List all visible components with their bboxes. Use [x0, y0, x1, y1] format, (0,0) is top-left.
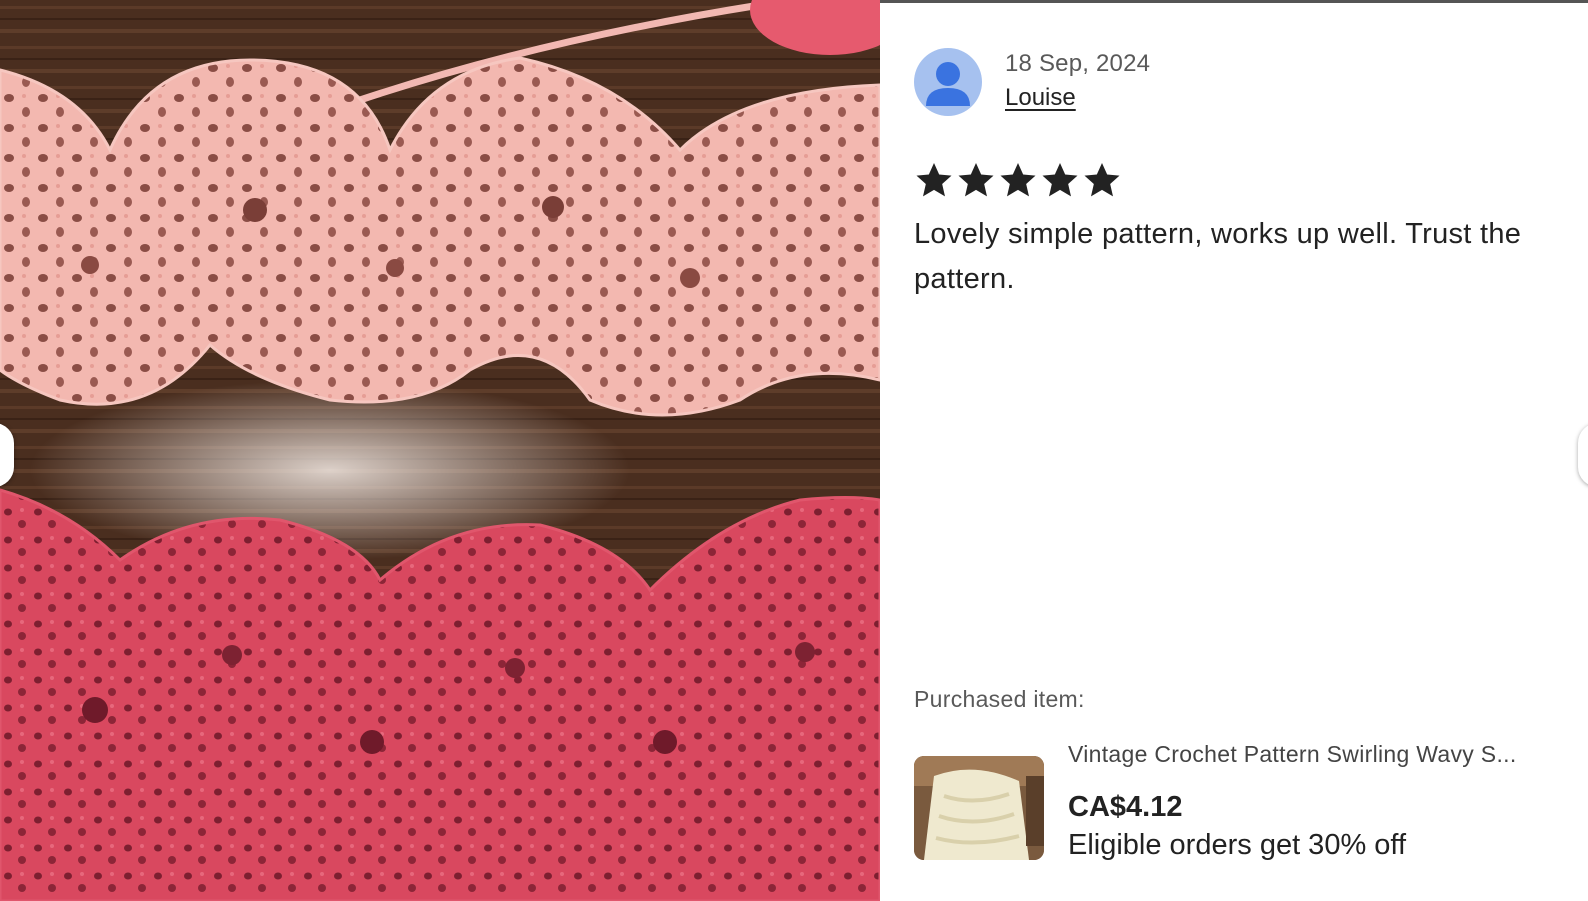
review-date: 18 Sep, 2024	[1005, 50, 1151, 77]
review-text: Lovely simple pattern, works up well. Tr…	[914, 218, 1522, 295]
purchased-item-price: CA$4.12	[1068, 791, 1183, 823]
product-thumbnail[interactable]	[914, 756, 1044, 860]
purchased-item-promo: Eligible orders get 30% off	[1068, 829, 1407, 861]
purchased-item-title-link[interactable]: Vintage Crochet Pattern Swirling Wavy S.…	[1068, 741, 1578, 768]
purchased-item-label: Purchased item:	[914, 686, 1085, 712]
star-icon	[916, 163, 952, 197]
star-icon	[958, 163, 994, 197]
crochet-photo-icon	[0, 0, 880, 901]
reviewer-name-link[interactable]: Louise	[1005, 84, 1076, 112]
star-icon	[1000, 163, 1036, 197]
user-avatar-icon	[914, 48, 982, 116]
review-panel: 18 Sep, 2024 Louise Lovely simple patter…	[880, 0, 1588, 901]
star-icon	[1084, 163, 1120, 197]
review-photo	[0, 0, 880, 901]
star-icon	[1042, 163, 1078, 197]
star-rating	[914, 160, 1122, 200]
